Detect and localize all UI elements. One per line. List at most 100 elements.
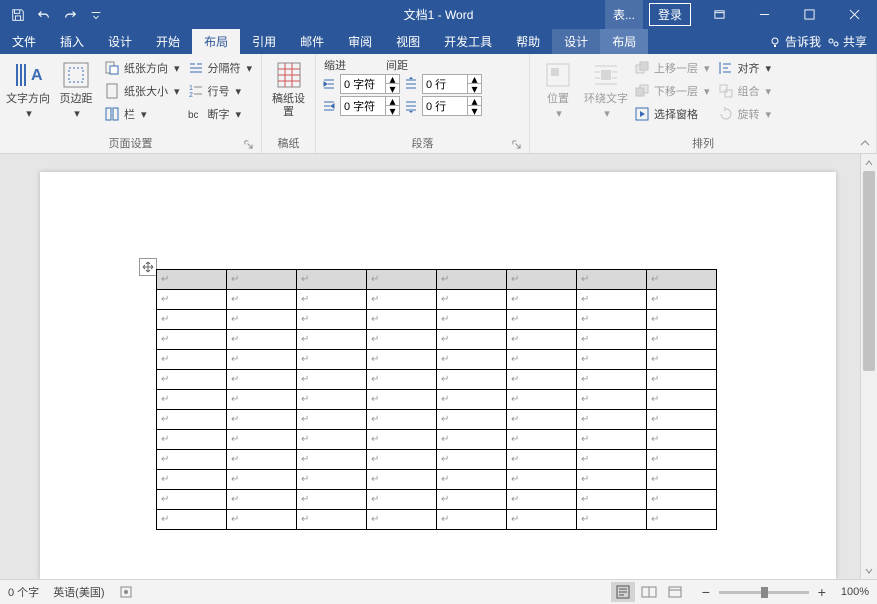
tab-mailings[interactable]: 邮件	[288, 29, 336, 54]
table-cell[interactable]: ↵	[437, 410, 507, 430]
redo-button[interactable]	[58, 3, 82, 27]
table-cell[interactable]: ↵	[227, 310, 297, 330]
close-button[interactable]	[832, 0, 877, 29]
table-cell[interactable]: ↵	[367, 510, 437, 530]
text-direction-button[interactable]: A 文字方向 ▾	[6, 57, 50, 135]
table-cell[interactable]: ↵	[367, 390, 437, 410]
table-cell[interactable]: ↵	[507, 310, 577, 330]
table-cell[interactable]: ↵	[227, 330, 297, 350]
table-cell[interactable]: ↵	[647, 310, 717, 330]
selection-pane-button[interactable]: 选择窗格	[632, 103, 712, 125]
table-cell[interactable]: ↵	[647, 510, 717, 530]
table-cell[interactable]: ↵	[367, 330, 437, 350]
table-cell[interactable]: ↵	[297, 370, 367, 390]
table-cell[interactable]: ↵	[437, 290, 507, 310]
table-cell[interactable]: ↵	[647, 330, 717, 350]
tab-help[interactable]: 帮助	[504, 29, 552, 54]
table-cell[interactable]: ↵	[297, 330, 367, 350]
table-cell[interactable]: ↵	[157, 490, 227, 510]
table-cell[interactable]: ↵	[227, 390, 297, 410]
table-cell[interactable]: ↵	[367, 350, 437, 370]
table-cell[interactable]: ↵	[157, 310, 227, 330]
table-cell[interactable]: ↵	[157, 270, 227, 290]
table-cell[interactable]: ↵	[507, 290, 577, 310]
line-numbers-button[interactable]: 12 行号▾	[186, 80, 255, 102]
table-cell[interactable]: ↵	[297, 470, 367, 490]
scroll-up-button[interactable]	[861, 154, 877, 171]
minimize-button[interactable]	[742, 0, 787, 29]
zoom-out-button[interactable]: −	[697, 583, 715, 601]
table-cell[interactable]: ↵	[367, 270, 437, 290]
table-cell[interactable]: ↵	[297, 290, 367, 310]
table-cell[interactable]: ↵	[367, 290, 437, 310]
size-button[interactable]: 纸张大小▾	[102, 80, 182, 102]
spinner-down[interactable]: ▾	[386, 106, 399, 115]
table-cell[interactable]: ↵	[157, 470, 227, 490]
table-cell[interactable]: ↵	[437, 370, 507, 390]
save-button[interactable]	[6, 3, 30, 27]
table-cell[interactable]: ↵	[647, 270, 717, 290]
table-cell[interactable]: ↵	[507, 330, 577, 350]
undo-button[interactable]	[32, 3, 56, 27]
spacing-before-spinner[interactable]: ▴▾	[422, 74, 482, 94]
table-cell[interactable]: ↵	[157, 290, 227, 310]
indent-left-input[interactable]	[341, 75, 385, 93]
paragraph-dialog-launcher[interactable]	[509, 137, 523, 151]
table-cell[interactable]: ↵	[297, 430, 367, 450]
table-cell[interactable]: ↵	[577, 350, 647, 370]
table-cell[interactable]: ↵	[647, 290, 717, 310]
table-cell[interactable]: ↵	[227, 370, 297, 390]
table-cell[interactable]: ↵	[227, 450, 297, 470]
maximize-button[interactable]	[787, 0, 832, 29]
table-cell[interactable]: ↵	[297, 490, 367, 510]
table-cell[interactable]: ↵	[507, 270, 577, 290]
table-cell[interactable]: ↵	[367, 310, 437, 330]
read-mode-view-button[interactable]	[637, 582, 661, 602]
indent-left-spinner[interactable]: ▴▾	[340, 74, 400, 94]
table-move-handle[interactable]	[139, 258, 157, 276]
table-cell[interactable]: ↵	[577, 390, 647, 410]
spacing-after-input[interactable]	[423, 97, 467, 115]
table-cell[interactable]: ↵	[367, 370, 437, 390]
table-cell[interactable]: ↵	[507, 410, 577, 430]
table-cell[interactable]: ↵	[157, 350, 227, 370]
table-cell[interactable]: ↵	[577, 430, 647, 450]
document-table[interactable]: ↵↵↵↵↵↵↵↵↵↵↵↵↵↵↵↵↵↵↵↵↵↵↵↵↵↵↵↵↵↵↵↵↵↵↵↵↵↵↵↵…	[156, 269, 717, 530]
table-cell[interactable]: ↵	[367, 430, 437, 450]
table-cell[interactable]: ↵	[227, 270, 297, 290]
page-setup-dialog-launcher[interactable]	[241, 137, 255, 151]
table-cell[interactable]: ↵	[647, 350, 717, 370]
tab-table-layout[interactable]: 布局	[600, 29, 648, 54]
align-button[interactable]: 对齐▾	[716, 57, 774, 79]
tab-layout[interactable]: 布局	[192, 29, 240, 54]
manuscript-settings-button[interactable]: 稿纸设置	[268, 57, 309, 135]
table-cell[interactable]: ↵	[647, 490, 717, 510]
table-cell[interactable]: ↵	[507, 430, 577, 450]
table-cell[interactable]: ↵	[157, 430, 227, 450]
table-cell[interactable]: ↵	[437, 270, 507, 290]
position-button[interactable]: 位置 ▾	[536, 57, 580, 135]
spinner-down[interactable]: ▾	[386, 84, 399, 93]
table-cell[interactable]: ↵	[227, 290, 297, 310]
table-cell[interactable]: ↵	[157, 330, 227, 350]
table-cell[interactable]: ↵	[227, 430, 297, 450]
table-cell[interactable]: ↵	[367, 470, 437, 490]
tab-table-design[interactable]: 设计	[552, 29, 600, 54]
spacing-before-input[interactable]	[423, 75, 467, 93]
table-cell[interactable]: ↵	[297, 390, 367, 410]
table-cell[interactable]: ↵	[437, 390, 507, 410]
language-status[interactable]: 英语(美国)	[53, 584, 104, 600]
bring-forward-button[interactable]: 上移一层▾	[632, 57, 712, 79]
table-cell[interactable]: ↵	[507, 350, 577, 370]
spacing-after-spinner[interactable]: ▴▾	[422, 96, 482, 116]
indent-right-input[interactable]	[341, 97, 385, 115]
table-cell[interactable]: ↵	[437, 430, 507, 450]
table-cell[interactable]: ↵	[157, 370, 227, 390]
table-cell[interactable]: ↵	[577, 410, 647, 430]
scroll-down-button[interactable]	[861, 562, 877, 579]
table-cell[interactable]: ↵	[647, 410, 717, 430]
table-cell[interactable]: ↵	[227, 470, 297, 490]
table-cell[interactable]: ↵	[297, 410, 367, 430]
zoom-track[interactable]	[719, 591, 809, 594]
login-button[interactable]: 登录	[649, 3, 691, 26]
